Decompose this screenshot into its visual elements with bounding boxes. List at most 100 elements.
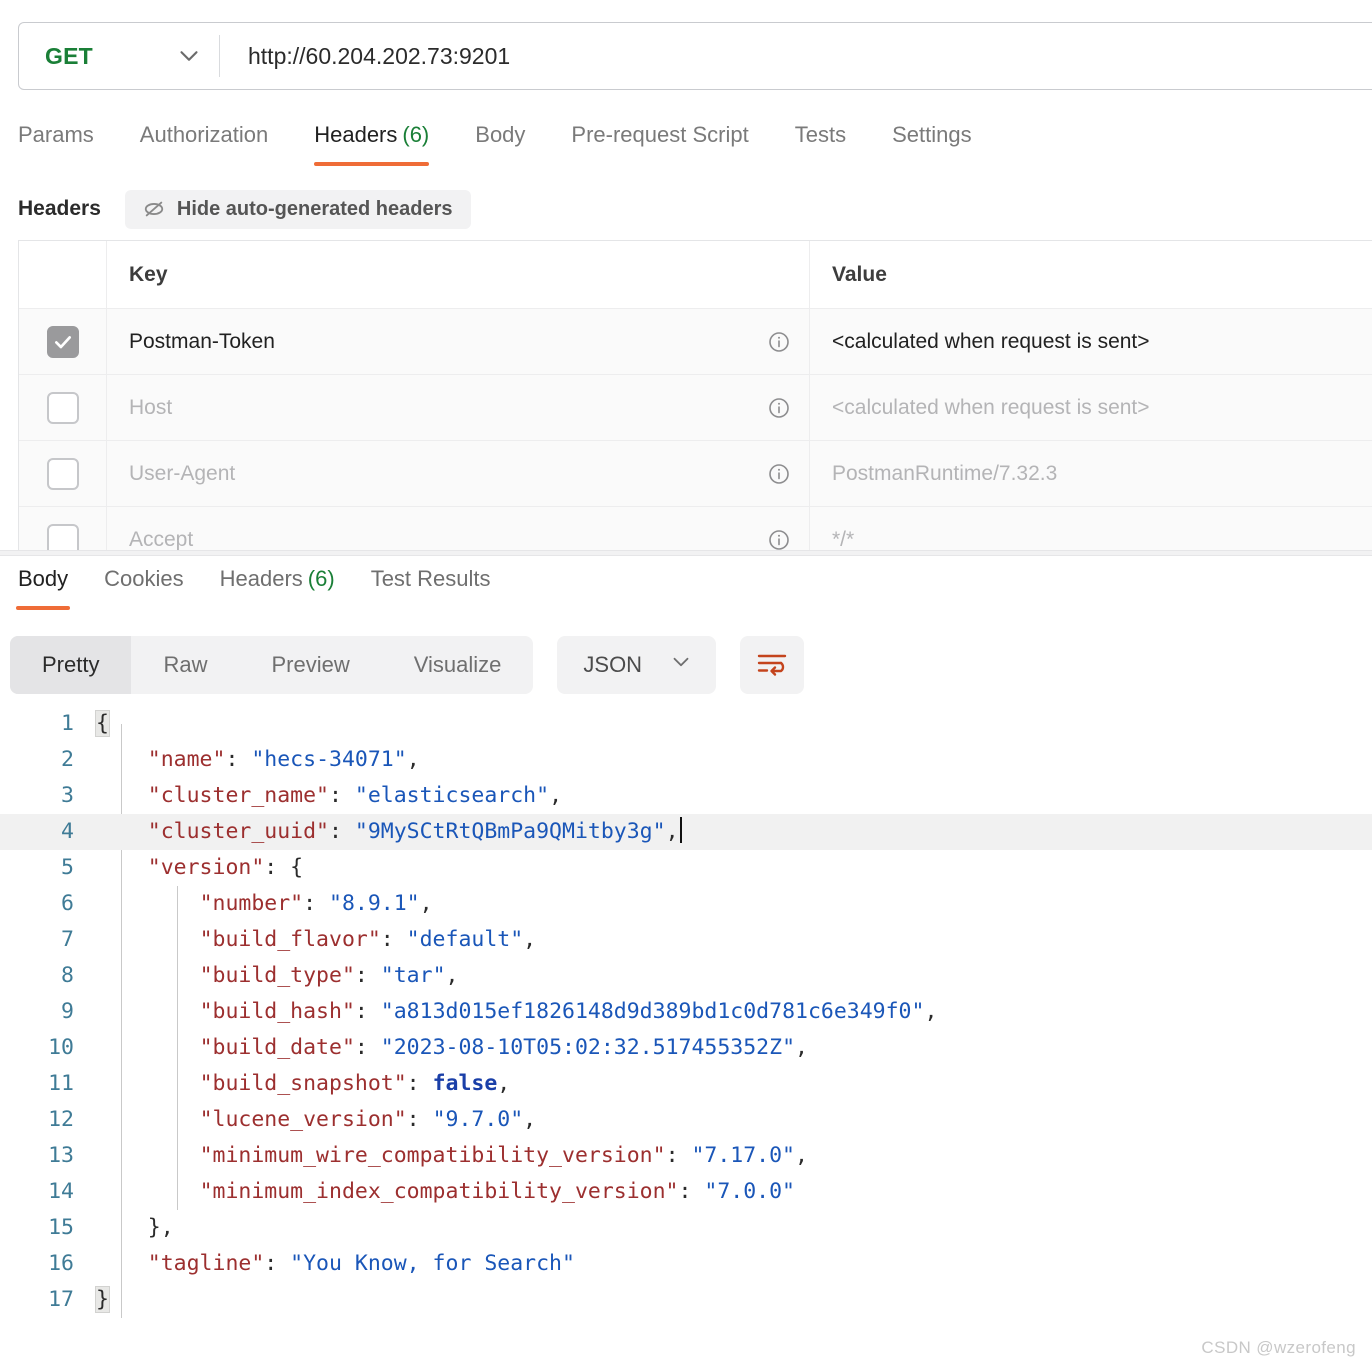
column-header-key: Key — [107, 241, 810, 308]
code-line[interactable]: 9 "build_hash": "a813d015ef1826148d9d389… — [0, 994, 1372, 1030]
code-token: "9MySCtRtQBmPa9QMitby3g" — [354, 819, 666, 844]
postman-window: GET http://60.204.202.73:9201 Params Auth… — [0, 0, 1372, 1370]
header-key-cell[interactable]: Host — [107, 375, 810, 440]
table-row[interactable]: Accept */* — [19, 507, 1372, 551]
info-circle-icon[interactable] — [767, 462, 791, 486]
header-enabled-checkbox[interactable] — [46, 391, 79, 424]
code-line[interactable]: 3 "cluster_name": "elasticsearch", — [0, 778, 1372, 814]
header-key-cell[interactable]: Accept — [107, 507, 810, 551]
code-token: "cluster_name" — [147, 783, 329, 808]
code-line-content: }, — [96, 1210, 174, 1246]
body-view-pretty[interactable]: Pretty — [10, 636, 132, 694]
code-line[interactable]: 10 "build_date": "2023-08-10T05:02:32.51… — [0, 1030, 1372, 1066]
code-line[interactable]: 16 "tagline": "You Know, for Search" — [0, 1246, 1372, 1282]
active-tab-underline — [314, 162, 430, 166]
request-tab-body[interactable]: Body — [475, 118, 545, 174]
header-key-cell[interactable]: Postman-Token — [107, 309, 810, 374]
header-value-text: PostmanRuntime/7.32.3 — [832, 461, 1058, 485]
request-tab-count: (6) — [402, 122, 430, 147]
request-tab-tests[interactable]: Tests — [795, 118, 866, 174]
response-tab-body[interactable]: Body — [4, 562, 82, 616]
line-number: 1 — [61, 711, 74, 736]
response-tab-label: Cookies — [104, 566, 184, 591]
body-view-raw[interactable]: Raw — [131, 636, 239, 694]
table-row[interactable]: Host <calculated when request is sent> — [19, 375, 1372, 441]
code-token: "number" — [199, 891, 304, 916]
code-token: "build_flavor" — [199, 927, 381, 952]
header-key-text: Host — [129, 395, 173, 419]
code-token: : — [406, 1071, 433, 1096]
response-tab-headers[interactable]: Headers (6) — [206, 562, 349, 616]
header-value-cell[interactable]: */* — [810, 507, 1372, 551]
header-enabled-checkbox[interactable] — [46, 457, 79, 490]
url-input[interactable]: http://60.204.202.73:9201 — [220, 23, 1372, 89]
table-row[interactable]: User-Agent PostmanRuntime/7.32.3 — [19, 441, 1372, 507]
hide-auto-generated-headers-label: Hide auto-generated headers — [176, 197, 453, 220]
code-line[interactable]: 2 "name": "hecs-34071", — [0, 742, 1372, 778]
http-method-label[interactable]: GET — [19, 23, 159, 89]
code-token: "build_type" — [199, 963, 355, 988]
wrap-text-button[interactable] — [740, 636, 805, 694]
response-body-code[interactable]: 1{2 "name": "hecs-34071", 3 "cluster_name… — [0, 706, 1372, 1336]
response-tab-test-results[interactable]: Test Results — [357, 562, 505, 616]
code-token: "build_date" — [199, 1035, 355, 1060]
code-line[interactable]: 11 "build_snapshot": false, — [0, 1066, 1372, 1102]
code-line[interactable]: 12 "lucene_version": "9.7.0", — [0, 1102, 1372, 1138]
table-row[interactable]: Postman-Token <calculated when request is… — [19, 309, 1372, 375]
code-line-content: "number": "8.9.1", — [96, 886, 433, 922]
code-line[interactable]: 5 "version": { — [0, 850, 1372, 886]
header-value-cell[interactable]: <calculated when request is sent> — [810, 309, 1372, 374]
line-number: 14 — [48, 1179, 74, 1204]
code-line[interactable]: 8 "build_type": "tar", — [0, 958, 1372, 994]
request-tab-settings[interactable]: Settings — [892, 118, 992, 174]
header-value-cell[interactable]: PostmanRuntime/7.32.3 — [810, 441, 1372, 506]
request-tab-pre-request-script[interactable]: Pre-request Script — [571, 118, 768, 174]
header-enabled-checkbox[interactable] — [46, 325, 79, 358]
code-line[interactable]: 1{ — [0, 706, 1372, 742]
header-enabled-checkbox[interactable] — [46, 523, 79, 551]
request-tab-params[interactable]: Params — [18, 118, 114, 174]
code-line[interactable]: 7 "build_flavor": "default", — [0, 922, 1372, 958]
wrap-text-icon — [755, 648, 789, 683]
request-tab-authorization[interactable]: Authorization — [140, 118, 288, 174]
line-number: 5 — [61, 855, 74, 880]
header-key-text: Accept — [129, 527, 194, 551]
info-circle-icon[interactable] — [767, 528, 791, 552]
code-token: , — [523, 1107, 537, 1132]
code-line[interactable]: 15 }, — [0, 1210, 1372, 1246]
code-line[interactable]: 6 "number": "8.9.1", — [0, 886, 1372, 922]
chevron-down-icon[interactable] — [159, 41, 219, 71]
line-number: 15 — [48, 1215, 74, 1240]
body-view-segmented-control: Pretty Raw Preview Visualize — [10, 636, 534, 694]
headers-table-body: Key Value Postman-Token <calculated when re… — [19, 241, 1372, 551]
code-token: , — [795, 1143, 808, 1168]
body-format-label: JSON — [583, 652, 643, 677]
header-value-text: */* — [832, 527, 855, 551]
request-tab-headers[interactable]: Headers (6) — [314, 118, 449, 174]
code-token: "8.9.1" — [329, 891, 420, 916]
code-token: : — [264, 855, 291, 880]
body-view-preview[interactable]: Preview — [239, 636, 381, 694]
header-key-text: User-Agent — [129, 461, 236, 485]
code-token: "tar" — [380, 963, 446, 988]
code-line[interactable]: 14 "minimum_index_compatibility_version"… — [0, 1174, 1372, 1210]
info-circle-icon[interactable] — [767, 330, 791, 354]
code-line-content: "minimum_wire_compatibility_version": "7… — [96, 1138, 808, 1174]
code-line[interactable]: 4 "cluster_uuid": "9MySCtRtQBmPa9QMitby3… — [0, 814, 1372, 850]
hide-auto-generated-headers-button[interactable]: Hide auto-generated headers — [124, 189, 471, 229]
code-line[interactable]: 13 "minimum_wire_compatibility_version":… — [0, 1138, 1372, 1174]
code-line[interactable]: 17} — [0, 1282, 1372, 1318]
info-circle-icon[interactable] — [767, 396, 791, 420]
body-format-select[interactable]: JSON — [557, 636, 717, 694]
code-token: "cluster_uuid" — [147, 819, 329, 844]
header-value-cell[interactable]: <calculated when request is sent> — [810, 375, 1372, 440]
body-view-visualize[interactable]: Visualize — [382, 636, 534, 694]
code-token: "You Know, for Search" — [290, 1251, 575, 1276]
pane-divider[interactable] — [0, 550, 1372, 556]
response-tab-cookies[interactable]: Cookies — [90, 562, 197, 616]
header-key-cell[interactable]: User-Agent — [107, 441, 810, 506]
